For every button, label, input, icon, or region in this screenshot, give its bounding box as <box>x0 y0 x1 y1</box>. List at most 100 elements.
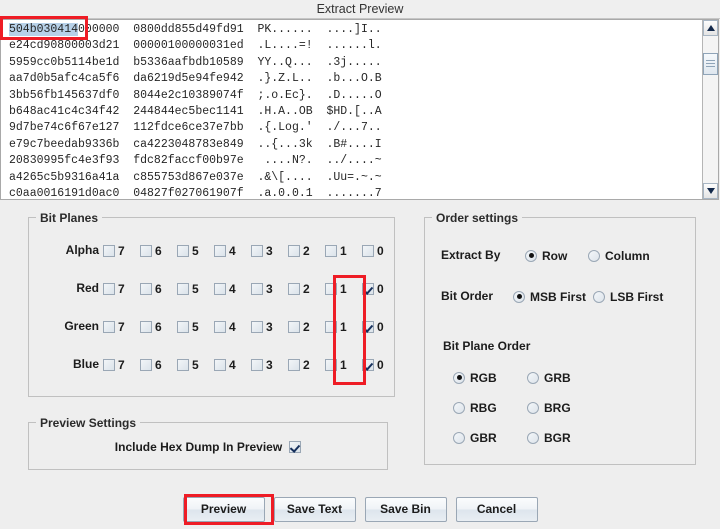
radio-extract-by-column[interactable]: Column <box>588 246 650 264</box>
hex-preview-pane[interactable]: 504b030414000000 0800dd855d49fd91 PK....… <box>0 19 719 200</box>
radio-bit-plane-order-brg[interactable]: BRG <box>527 398 571 416</box>
checkbox-indicator[interactable] <box>140 320 152 333</box>
bit-checkbox-red-2[interactable]: 2 <box>288 278 310 298</box>
bit-checkbox-alpha-1[interactable]: 1 <box>325 240 347 260</box>
bit-checkbox-green-6[interactable]: 6 <box>140 316 162 336</box>
preview-button[interactable]: Preview <box>182 496 265 522</box>
radio-extract-by-row-indicator[interactable] <box>525 249 537 262</box>
checkbox-indicator[interactable] <box>251 282 263 295</box>
checkbox-indicator[interactable] <box>177 320 189 333</box>
radio-extract-by-row[interactable]: Row <box>525 246 567 264</box>
bit-checkbox-alpha-4[interactable]: 4 <box>214 240 236 260</box>
bit-checkbox-blue-2[interactable]: 2 <box>288 354 310 374</box>
checkbox-indicator[interactable] <box>103 282 115 295</box>
bit-checkbox-red-3[interactable]: 3 <box>251 278 273 298</box>
checkbox-indicator[interactable] <box>214 244 226 257</box>
bit-plane-row-red: Red 7 6 5 4 3 2 1 0 <box>29 278 394 298</box>
bit-checkbox-green-1[interactable]: 1 <box>325 316 347 336</box>
bit-checkbox-alpha-5[interactable]: 5 <box>177 240 199 260</box>
bit-checkbox-green-7[interactable]: 7 <box>103 316 125 336</box>
radio-bit-plane-order-gbr[interactable]: GBR <box>453 428 497 446</box>
checkbox-indicator[interactable] <box>288 244 300 257</box>
include-hex-dump-checkbox[interactable] <box>289 440 302 453</box>
bit-checkbox-alpha-7[interactable]: 7 <box>103 240 125 260</box>
checkbox-indicator[interactable] <box>362 244 374 257</box>
bit-checkbox-blue-3[interactable]: 3 <box>251 354 273 374</box>
checkbox-indicator[interactable] <box>251 358 263 371</box>
checkbox-indicator[interactable] <box>103 358 115 371</box>
save-bin-button[interactable]: Save Bin <box>364 496 447 522</box>
checkbox-indicator[interactable] <box>288 282 300 295</box>
bit-number-label: 4 <box>229 319 236 334</box>
checkbox-indicator[interactable] <box>103 320 115 333</box>
radio-bit-plane-order-bgr[interactable]: BGR <box>527 428 571 446</box>
checkbox-indicator[interactable] <box>251 320 263 333</box>
radio-bit-order-lsb-indicator[interactable] <box>593 290 605 303</box>
radio-bit-plane-order-rbg[interactable]: RBG <box>453 398 497 416</box>
radio-bit-plane-order-grb-indicator[interactable] <box>527 371 539 384</box>
bit-checkbox-alpha-3[interactable]: 3 <box>251 240 273 260</box>
scroll-down-arrow-icon[interactable] <box>703 183 718 199</box>
bit-checkbox-red-6[interactable]: 6 <box>140 278 162 298</box>
bit-checkbox-green-0[interactable]: 0 <box>362 316 384 336</box>
bit-checkbox-alpha-2[interactable]: 2 <box>288 240 310 260</box>
radio-bit-plane-order-rbg-indicator[interactable] <box>453 401 465 414</box>
preview-vertical-scrollbar[interactable] <box>702 20 718 199</box>
scrollbar-thumb[interactable] <box>703 53 718 75</box>
checkbox-indicator[interactable] <box>325 282 337 295</box>
radio-bit-order-lsb[interactable]: LSB First <box>593 287 663 305</box>
checkbox-indicator[interactable] <box>140 358 152 371</box>
bit-checkbox-green-2[interactable]: 2 <box>288 316 310 336</box>
radio-bit-order-msb-indicator[interactable] <box>513 290 525 303</box>
checkbox-indicator[interactable] <box>214 282 226 295</box>
radio-extract-by-column-indicator[interactable] <box>588 249 600 262</box>
bit-checkbox-red-7[interactable]: 7 <box>103 278 125 298</box>
radio-bit-plane-order-rgb-indicator[interactable] <box>453 371 465 384</box>
checkbox-indicator[interactable] <box>362 282 374 295</box>
checkbox-indicator[interactable] <box>362 320 374 333</box>
bit-checkbox-alpha-0[interactable]: 0 <box>362 240 384 260</box>
bit-checkbox-green-5[interactable]: 5 <box>177 316 199 336</box>
bit-checkbox-green-4[interactable]: 4 <box>214 316 236 336</box>
checkbox-indicator[interactable] <box>362 358 374 371</box>
bit-checkbox-blue-6[interactable]: 6 <box>140 354 162 374</box>
radio-bit-plane-order-rgb[interactable]: RGB <box>453 368 497 386</box>
checkbox-indicator[interactable] <box>325 358 337 371</box>
bit-checkbox-blue-5[interactable]: 5 <box>177 354 199 374</box>
checkbox-indicator[interactable] <box>177 282 189 295</box>
checkbox-indicator[interactable] <box>103 244 115 257</box>
radio-bit-plane-order-gbr-indicator[interactable] <box>453 431 465 444</box>
bit-checkbox-blue-7[interactable]: 7 <box>103 354 125 374</box>
checkbox-indicator[interactable] <box>140 244 152 257</box>
hex-dump-text[interactable]: 504b030414000000 0800dd855d49fd91 PK....… <box>9 22 382 199</box>
checkbox-indicator[interactable] <box>325 320 337 333</box>
radio-bit-order-msb[interactable]: MSB First <box>513 287 586 305</box>
bit-checkbox-alpha-6[interactable]: 6 <box>140 240 162 260</box>
radio-bit-plane-order-grb[interactable]: GRB <box>527 368 571 386</box>
checkbox-indicator[interactable] <box>251 244 263 257</box>
cancel-button[interactable]: Cancel <box>455 496 538 522</box>
bit-checkbox-blue-0[interactable]: 0 <box>362 354 384 374</box>
checkbox-indicator[interactable] <box>325 244 337 257</box>
bit-checkbox-green-3[interactable]: 3 <box>251 316 273 336</box>
checkbox-indicator[interactable] <box>288 320 300 333</box>
scroll-up-arrow-icon[interactable] <box>703 20 718 36</box>
checkbox-indicator[interactable] <box>140 282 152 295</box>
bit-checkbox-red-4[interactable]: 4 <box>214 278 236 298</box>
radio-bit-plane-order-bgr-indicator[interactable] <box>527 431 539 444</box>
include-hex-dump-row[interactable]: Include Hex Dump In Preview <box>29 436 387 457</box>
checkbox-indicator[interactable] <box>288 358 300 371</box>
bit-number-label: 1 <box>340 319 347 334</box>
scrollbar-track[interactable] <box>703 36 718 183</box>
bit-checkbox-blue-4[interactable]: 4 <box>214 354 236 374</box>
checkbox-indicator[interactable] <box>214 320 226 333</box>
checkbox-indicator[interactable] <box>177 358 189 371</box>
radio-bit-plane-order-brg-indicator[interactable] <box>527 401 539 414</box>
checkbox-indicator[interactable] <box>177 244 189 257</box>
bit-checkbox-blue-1[interactable]: 1 <box>325 354 347 374</box>
bit-checkbox-red-0[interactable]: 0 <box>362 278 384 298</box>
bit-checkbox-red-5[interactable]: 5 <box>177 278 199 298</box>
checkbox-indicator[interactable] <box>214 358 226 371</box>
bit-checkbox-red-1[interactable]: 1 <box>325 278 347 298</box>
save-text-button[interactable]: Save Text <box>273 496 356 522</box>
